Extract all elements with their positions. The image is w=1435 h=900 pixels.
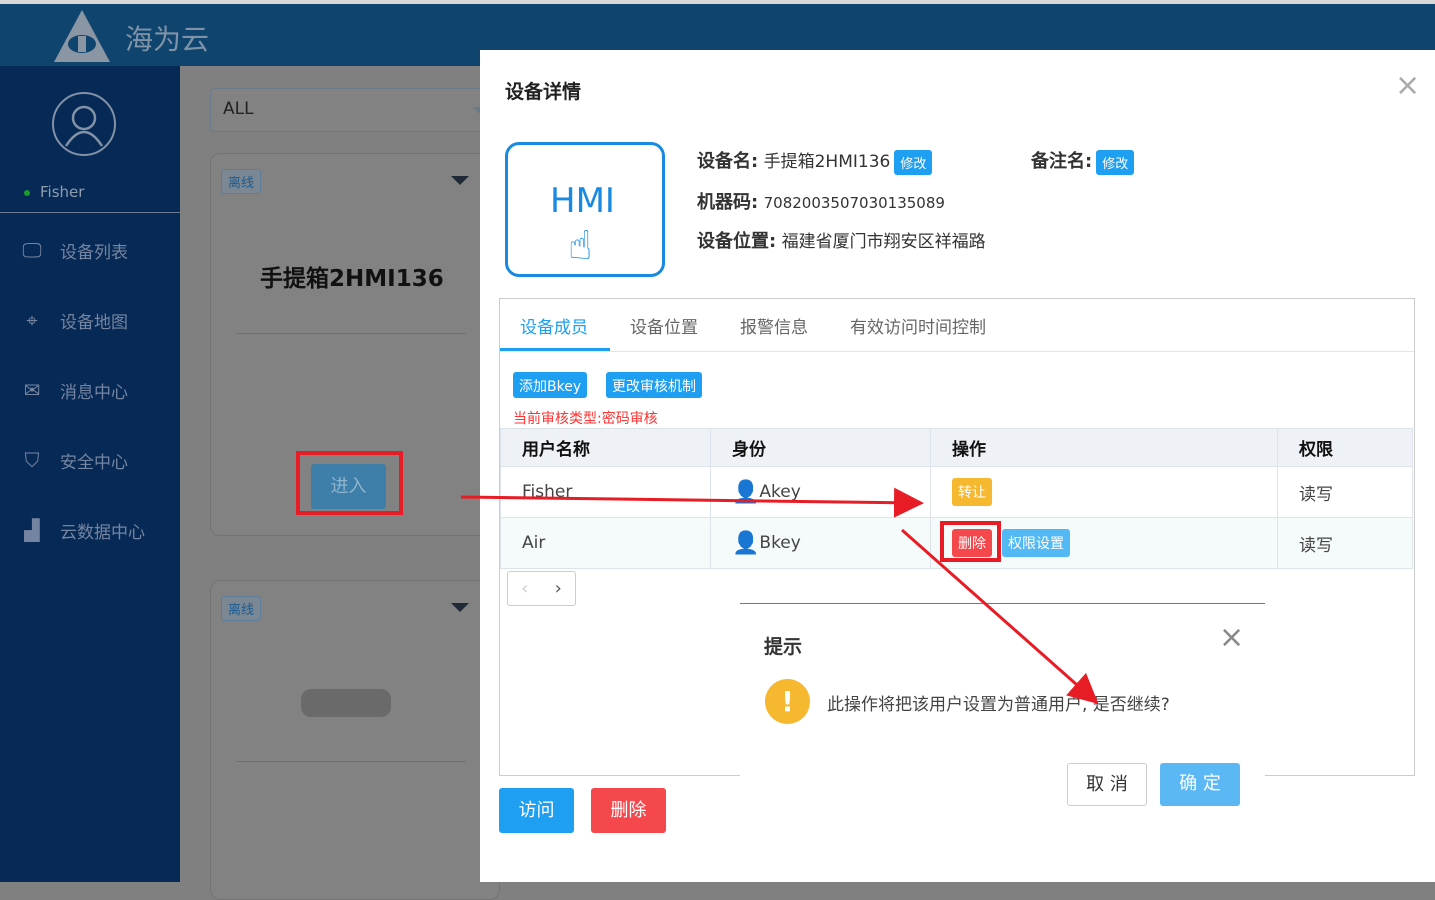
status-badge: 离线 [221,169,262,194]
device-name-value: 手提箱2HMI136 [763,152,891,172]
role: Akey [759,481,801,502]
column-header: 用户名称 [500,428,711,467]
table-row: Fisher 👤Akey 转让 读写 [500,466,1413,518]
change-audit-button[interactable]: 更改审核机制 [606,372,702,398]
logo-icon [54,10,110,62]
avatar-icon[interactable] [52,92,116,156]
sidebar-item-cloud-data[interactable]: ▟ 云数据中心 [18,510,178,550]
tab-access-time[interactable]: 有效访问时间控制 [850,313,986,338]
dialog-title: 设备详情 [505,81,582,103]
annotation-highlight-box [296,451,403,515]
machine-code-row: 机器码: 7082003507030135089 [697,188,945,214]
sidebar-item-label: 云数据中心 [60,522,145,543]
column-header: 身份 [710,428,931,467]
sidebar-item-label: 消息中心 [60,382,128,403]
location-row: 设备位置: 福建省厦门市翔安区祥福路 [697,227,986,253]
delete-device-button[interactable]: 删除 [591,788,666,833]
permission: 读写 [1277,466,1413,518]
divider [236,761,466,762]
label: 备注名: [1031,151,1093,172]
divider [236,333,466,334]
person-icon: 👤 [732,479,760,505]
tab-location[interactable]: 设备位置 [630,313,698,338]
sidebar-item-label: 安全中心 [60,452,128,473]
column-header: 权限 [1277,428,1413,467]
label: 设备名: [697,151,759,172]
label: 机器码: [697,192,759,213]
hmi-device-icon: HMI ☝ [505,142,665,277]
device-name: 手提箱2HMI136 [260,266,444,292]
add-bkey-button[interactable]: 添加Bkey [513,372,588,398]
user-name: Fisher [40,183,85,201]
ops-cell: 转让 [930,466,1278,518]
filter-value: ALL [223,99,254,119]
device-name-row: 设备名: 手提箱2HMI136 修改 [697,147,933,175]
label: 设备位置: [697,231,777,252]
sidebar-item-messages[interactable]: ✉ 消息中心 [18,370,178,410]
hand-pointer-icon: ☝ [568,223,593,269]
mail-icon: ✉ [23,378,41,402]
user-name: Fisher [500,466,711,518]
role: Bkey [759,532,801,553]
hmi-label: HMI [550,181,615,221]
sidebar-item-label: 设备地图 [60,312,128,333]
sidebar-item-label: 设备列表 [60,242,128,263]
close-icon[interactable]: × [1219,620,1244,655]
permission-settings-button[interactable]: 权限设置 [1002,529,1070,557]
edit-device-name-button[interactable]: 修改 [894,149,933,175]
confirm-button[interactable]: 确 定 [1160,763,1240,806]
online-status-icon [24,189,30,196]
monitor-icon: 🖵 [22,238,42,262]
brand-name: 海为云 [125,23,210,56]
map-pin-icon: ⌖ [26,308,38,332]
current-user: Fisher [24,183,84,201]
pagination: ‹ › [507,571,576,606]
role-cell: 👤Akey [710,466,931,518]
device-card: 离线 [210,580,500,900]
warning-icon: ! [765,679,810,724]
close-icon[interactable]: × [1395,68,1420,103]
role-cell: 👤Bkey [710,517,931,569]
divider [0,212,180,213]
shield-icon: ⛉ [24,448,40,472]
remark-row: 备注名: 修改 [1031,147,1135,175]
cancel-button[interactable]: 取 消 [1067,763,1147,806]
divider [500,351,1414,352]
permission: 读写 [1277,517,1413,569]
sidebar-item-device-map[interactable]: ⌖ 设备地图 [18,300,178,340]
status-badge: 离线 [221,596,262,621]
machine-code-value: 7082003507030135089 [763,194,945,212]
tab-members[interactable]: 设备成员 [520,313,588,338]
audit-type-text: 当前审核类型:密码审核 [513,411,658,427]
confirm-message: 此操作将把该用户设置为普通用户, 是否继续? [827,695,1170,715]
visit-button[interactable]: 访问 [499,788,574,833]
column-header: 操作 [930,428,1278,467]
user-name: Air [500,517,711,569]
device-filter-select[interactable]: ALL [210,88,500,132]
edit-remark-button[interactable]: 修改 [1096,149,1135,175]
caret-down-icon[interactable] [451,603,469,612]
bar-chart-icon: ▟ [24,518,40,542]
person-icon: 👤 [732,530,760,556]
table-header: 用户名称 身份 操作 权限 [500,428,1413,467]
sidebar-item-device-list[interactable]: 🖵 设备列表 [18,230,178,270]
tab-alarms[interactable]: 报警信息 [740,313,808,338]
annotation-highlight-box [940,521,1001,562]
confirm-title: 提示 [764,636,803,658]
next-page-icon[interactable]: › [555,578,562,599]
caret-down-icon[interactable] [451,176,469,185]
transfer-button[interactable]: 转让 [952,478,992,506]
prev-page-icon[interactable]: ‹ [521,578,528,599]
redacted-device-name [301,689,391,717]
sidebar-item-security[interactable]: ⛉ 安全中心 [18,440,178,480]
location-value: 福建省厦门市翔安区祥福路 [781,232,986,252]
